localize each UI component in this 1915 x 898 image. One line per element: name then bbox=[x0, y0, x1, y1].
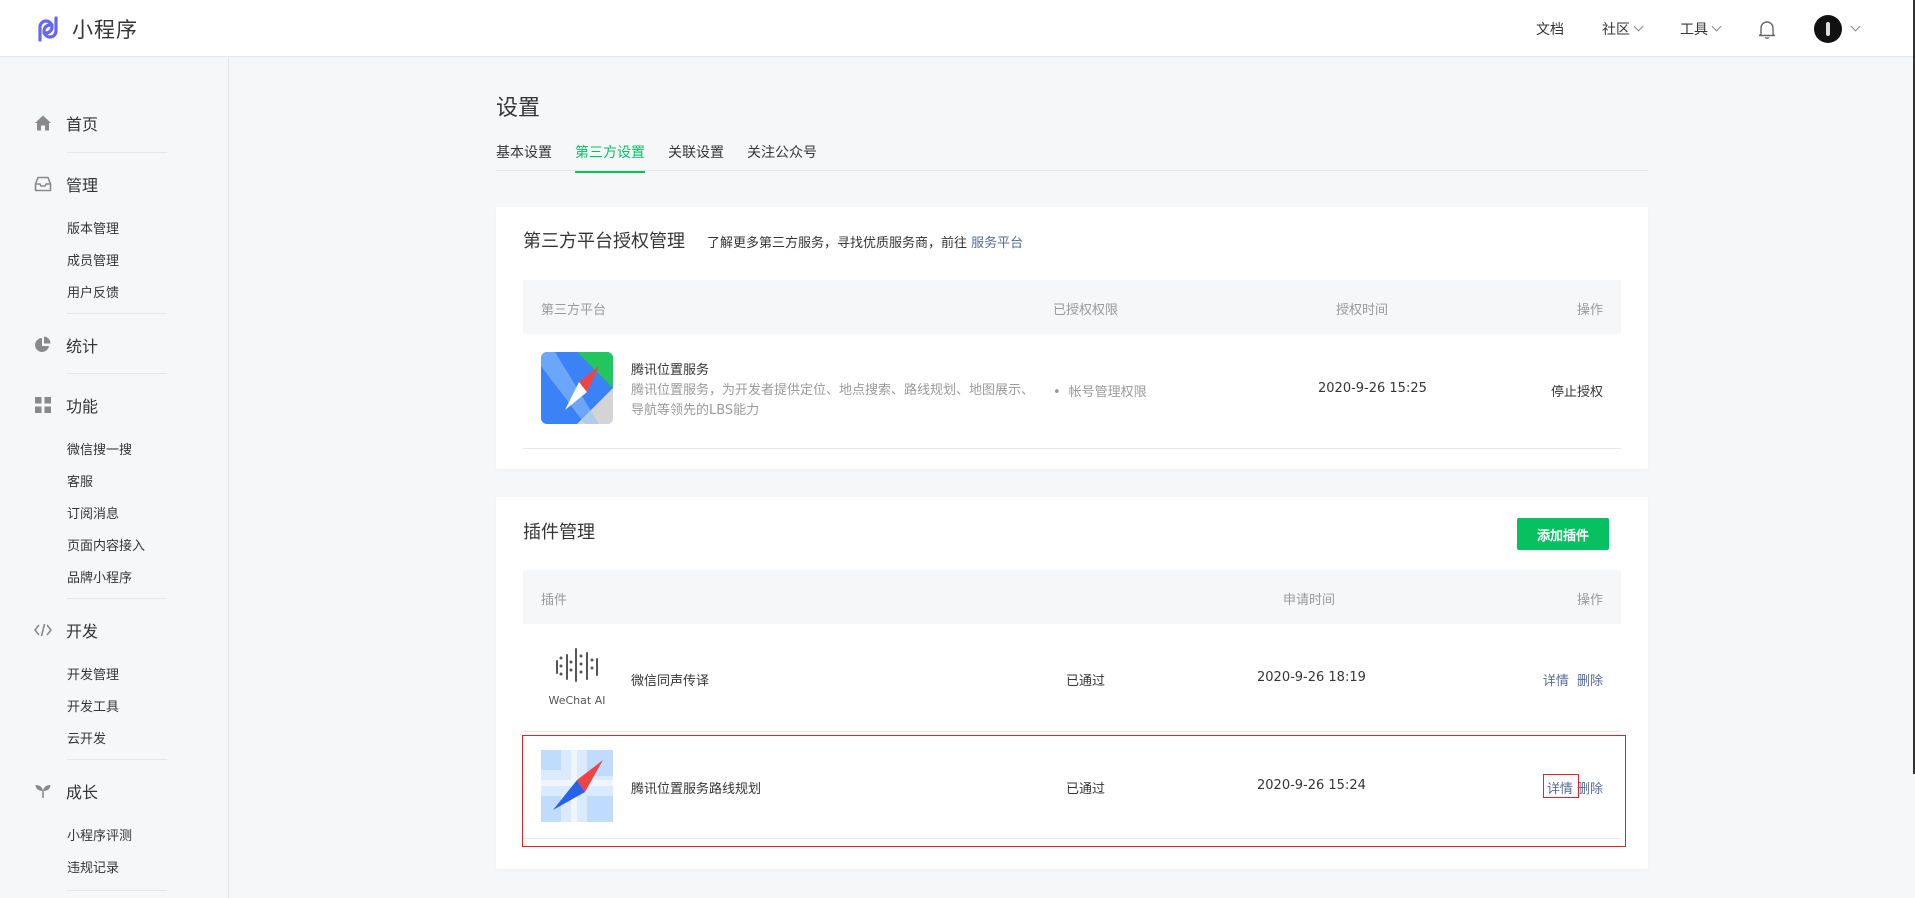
third-party-desc: 了解更多第三方服务，寻找优质服务商，前往 服务平台 bbox=[707, 232, 1023, 251]
code-icon bbox=[34, 623, 52, 637]
permission-item: • 帐号管理权限 bbox=[1053, 381, 1147, 400]
tab-basic[interactable]: 基本设置 bbox=[496, 142, 552, 171]
sidebar-item-label: 成长 bbox=[66, 783, 99, 802]
sidebar-item-evaluate[interactable]: 小程序评测 bbox=[67, 825, 132, 844]
plugin-status: 已通过 bbox=[1066, 674, 1106, 689]
add-plugin-button[interactable]: 添加插件 bbox=[1517, 518, 1609, 550]
sidebar-item-home[interactable]: 首页 bbox=[34, 111, 98, 135]
chevron-down-icon bbox=[1633, 21, 1644, 32]
sidebar-item-service[interactable]: 客服 bbox=[67, 471, 93, 490]
sidebar-item-page-content[interactable]: 页面内容接入 bbox=[67, 535, 145, 554]
avatar bbox=[1814, 14, 1842, 43]
chevron-down-icon bbox=[1711, 21, 1722, 32]
settings-tabs: 基本设置 第三方设置 关联设置 关注公众号 bbox=[496, 140, 1648, 173]
sidebar-item-dev[interactable]: 开发 bbox=[34, 618, 98, 642]
app-title: 小程序 bbox=[72, 18, 138, 42]
tab-follow-account[interactable]: 关注公众号 bbox=[747, 142, 817, 171]
bullet-icon: • bbox=[1053, 385, 1061, 400]
sidebar-item-label: 统计 bbox=[66, 337, 99, 356]
auth-time: 2020-9-26 15:25 bbox=[1318, 381, 1427, 396]
col-platform: 第三方平台 bbox=[541, 303, 607, 318]
top-bar: 小程序 文档 社区 工具 bbox=[0, 0, 1915, 57]
nav-docs[interactable]: 文档 bbox=[1536, 19, 1564, 39]
sidebar-item-brand[interactable]: 品牌小程序 bbox=[67, 567, 132, 586]
revoke-auth-link[interactable]: 停止授权 bbox=[1551, 381, 1603, 400]
plugin-table-header: 插件 申请时间 操作 bbox=[523, 570, 1621, 624]
tab-third-party[interactable]: 第三方设置 bbox=[575, 142, 645, 173]
pie-chart-icon bbox=[35, 336, 51, 352]
sidebar-item-search[interactable]: 微信搜一搜 bbox=[67, 439, 132, 458]
third-party-title: 第三方平台授权管理 bbox=[523, 231, 685, 252]
sidebar: 首页 管理 版本管理 成员管理 用户反馈 统计 功能 微信搜一搜 客服 订阅消息… bbox=[0, 57, 229, 898]
nav-community-label: 社区 bbox=[1602, 21, 1630, 38]
sidebar-item-features[interactable]: 功能 bbox=[34, 393, 98, 417]
page-title: 设置 bbox=[496, 96, 541, 121]
plugin-apply-time: 2020-9-26 18:19 bbox=[1257, 670, 1366, 685]
platform-name: 腾讯位置服务 bbox=[631, 363, 710, 378]
third-party-table-header: 第三方平台 已授权权限 授权时间 操作 bbox=[523, 280, 1621, 334]
col-auth-time: 授权时间 bbox=[1336, 303, 1389, 318]
sidebar-item-label: 功能 bbox=[66, 397, 99, 416]
sidebar-item-violations[interactable]: 违规记录 bbox=[67, 857, 119, 876]
divider bbox=[67, 890, 167, 891]
permission-label: 帐号管理权限 bbox=[1068, 385, 1147, 400]
divider bbox=[67, 373, 167, 374]
wechat-ai-icon: WeChat AI bbox=[541, 642, 613, 714]
sidebar-item-manage[interactable]: 管理 bbox=[34, 172, 98, 196]
highlight-box bbox=[1543, 774, 1579, 798]
nav-tools[interactable]: 工具 bbox=[1680, 19, 1722, 39]
bell-icon[interactable] bbox=[1758, 19, 1776, 39]
nav-tools-label: 工具 bbox=[1680, 21, 1708, 38]
col-plugin-action: 操作 bbox=[1576, 593, 1603, 608]
col-permission: 已授权权限 bbox=[1053, 303, 1119, 318]
divider bbox=[67, 759, 167, 760]
platform-description: 腾讯位置服务，为开发者提供定位、地点搜索、路线规划、地图展示、导航等领先的LBS… bbox=[631, 383, 1035, 418]
tab-related[interactable]: 关联设置 bbox=[668, 142, 724, 171]
sidebar-item-stats[interactable]: 统计 bbox=[34, 333, 98, 357]
divider bbox=[67, 152, 167, 153]
sidebar-item-label: 管理 bbox=[66, 176, 99, 195]
col-apply-time: 申请时间 bbox=[1283, 593, 1336, 608]
account-menu[interactable] bbox=[1814, 14, 1861, 43]
table-row: 腾讯位置服务 腾讯位置服务，为开发者提供定位、地点搜索、路线规划、地图展示、导航… bbox=[523, 334, 1621, 449]
sidebar-item-members[interactable]: 成员管理 bbox=[67, 250, 119, 269]
plugin-name: 微信同声传译 bbox=[631, 674, 710, 689]
tencent-location-icon bbox=[541, 352, 613, 424]
col-action: 操作 bbox=[1576, 303, 1603, 318]
grid-icon bbox=[35, 397, 51, 413]
sidebar-item-feedback[interactable]: 用户反馈 bbox=[67, 282, 119, 301]
sidebar-item-cloud[interactable]: 云开发 bbox=[67, 728, 106, 747]
nav-community[interactable]: 社区 bbox=[1602, 19, 1644, 39]
plugin-detail-link[interactable]: 详情 bbox=[1543, 674, 1569, 689]
divider bbox=[67, 313, 167, 314]
app-logo[interactable]: 小程序 bbox=[33, 14, 138, 44]
wechat-ai-caption: WeChat AI bbox=[548, 694, 606, 707]
divider bbox=[67, 598, 167, 599]
home-icon bbox=[35, 115, 51, 131]
inbox-icon bbox=[34, 176, 52, 192]
sidebar-item-growth[interactable]: 成长 bbox=[34, 779, 98, 803]
plugin-delete-link[interactable]: 删除 bbox=[1577, 674, 1603, 689]
miniprogram-logo-icon bbox=[38, 16, 58, 42]
highlight-box bbox=[522, 735, 1626, 847]
sprout-icon bbox=[35, 785, 51, 798]
sidebar-item-dev-tools[interactable]: 开发工具 bbox=[67, 696, 119, 715]
third-party-desc-text: 了解更多第三方服务，寻找优质服务商，前往 bbox=[707, 236, 968, 251]
top-nav: 文档 社区 工具 bbox=[1498, 0, 1861, 57]
sidebar-item-version[interactable]: 版本管理 bbox=[67, 218, 119, 237]
sidebar-item-dev-manage[interactable]: 开发管理 bbox=[67, 664, 119, 683]
service-platform-link[interactable]: 服务平台 bbox=[971, 236, 1023, 251]
chevron-down-icon bbox=[1850, 21, 1861, 32]
sidebar-item-label: 开发 bbox=[66, 622, 99, 641]
plugin-actions: 详情 删除 bbox=[1543, 670, 1603, 689]
third-party-card: 第三方平台授权管理 了解更多第三方服务，寻找优质服务商，前往 服务平台 第三方平… bbox=[496, 207, 1648, 469]
table-row: WeChat AI 微信同声传译 已通过 2020-9-26 18:19 详情 … bbox=[523, 624, 1621, 732]
plugin-title: 插件管理 bbox=[523, 522, 595, 543]
sidebar-item-label: 首页 bbox=[66, 115, 99, 134]
sidebar-item-subscribe[interactable]: 订阅消息 bbox=[67, 503, 119, 522]
col-plugin: 插件 bbox=[541, 593, 568, 608]
